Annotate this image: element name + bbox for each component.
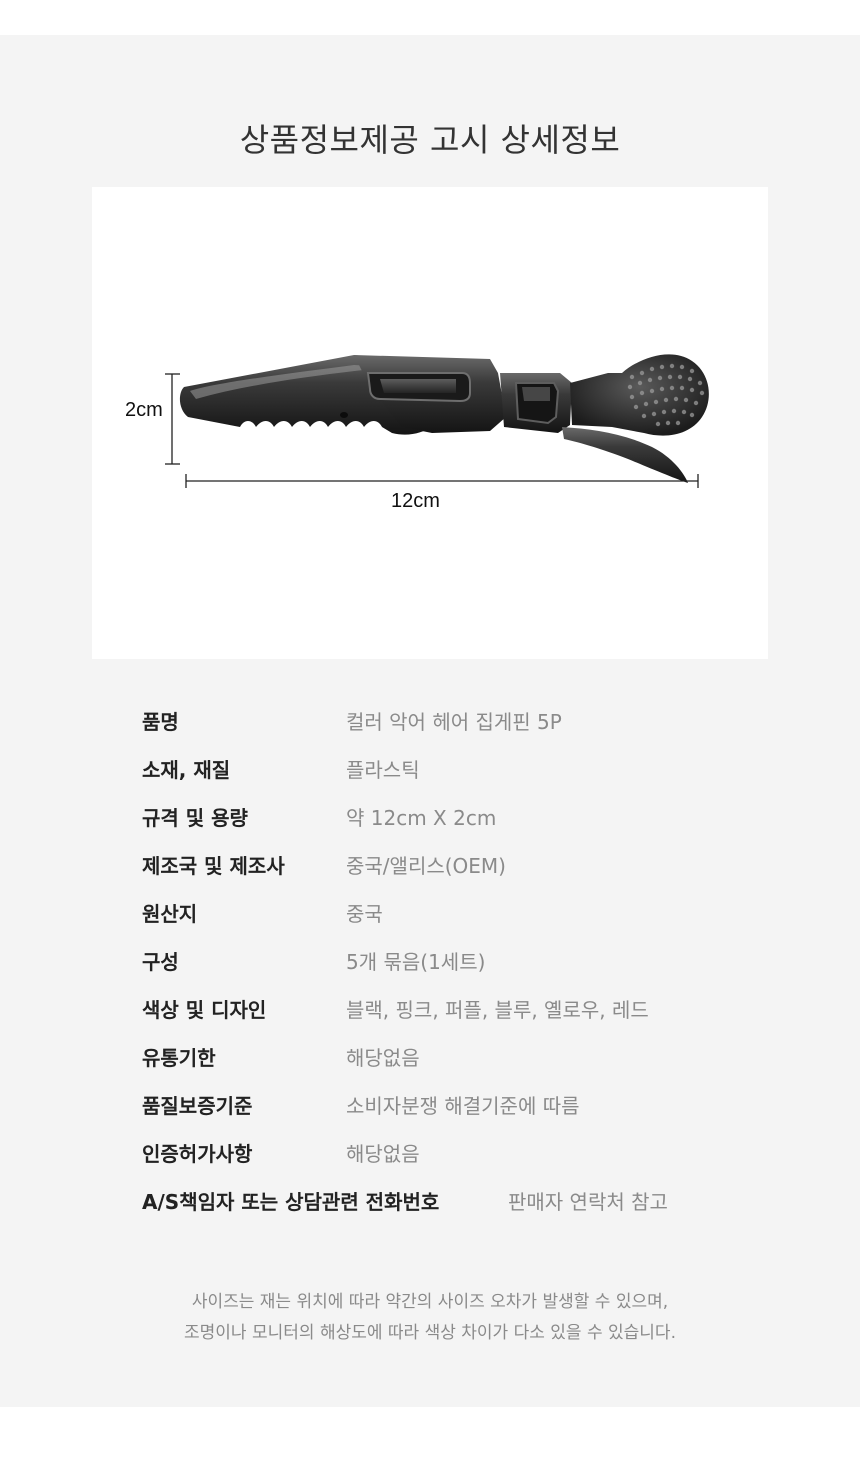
spec-key: 제조국 및 제조사 <box>142 854 285 878</box>
spec-key: 품질보증기준 <box>142 1094 253 1118</box>
spec-value: 중국 <box>346 902 383 926</box>
spec-value: 5개 묶음(1세트) <box>346 950 486 974</box>
width-dimension-line <box>185 474 699 488</box>
spec-key: 원산지 <box>142 902 198 926</box>
spec-key: 색상 및 디자인 <box>142 998 267 1022</box>
spec-key: A/S책임자 또는 상담관련 전화번호 <box>142 1190 440 1214</box>
height-dimension-line <box>165 373 180 465</box>
product-dimension-figure: 2cm 12cm <box>92 187 768 659</box>
spec-value: 블랙, 핑크, 퍼플, 블루, 옐로우, 레드 <box>346 998 649 1022</box>
height-label: 2cm <box>125 399 163 421</box>
spec-key: 규격 및 용량 <box>142 806 248 830</box>
spec-value: 해당없음 <box>346 1142 420 1166</box>
product-info-panel: 상품정보제공 고시 상세정보 2cm 12cm 품명 컬러 악어 헤어 집게핀 … <box>0 35 860 1407</box>
spec-key: 품명 <box>142 710 179 734</box>
page-title: 상품정보제공 고시 상세정보 <box>239 121 621 159</box>
spec-key: 소재, 재질 <box>142 758 231 782</box>
disclaimer-line-2: 조명이나 모니터의 해상도에 따라 색상 차이가 다소 있을 수 있습니다. <box>184 1323 676 1343</box>
spec-key: 인증허가사항 <box>142 1142 253 1166</box>
spec-value: 컬러 악어 헤어 집게핀 5P <box>346 710 562 734</box>
width-label: 12cm <box>391 490 440 512</box>
spec-key: 구성 <box>142 950 179 974</box>
clip-thumb-pad <box>570 354 709 436</box>
spec-key: 유통기한 <box>142 1046 216 1070</box>
disclaimer-note: 사이즈는 재는 위치에 따라 약간의 사이즈 오차가 발생할 수 있으며, 조명… <box>0 1287 860 1349</box>
disclaimer-line-1: 사이즈는 재는 위치에 따라 약간의 사이즈 오차가 발생할 수 있으며, <box>191 1292 669 1312</box>
spec-value: 소비자분쟁 해결기준에 따름 <box>346 1094 580 1118</box>
spec-value: 플라스틱 <box>346 758 420 782</box>
spec-value: 중국/앨리스(OEM) <box>346 854 506 878</box>
spec-value: 판매자 연락처 참고 <box>508 1190 668 1214</box>
spec-value: 해당없음 <box>346 1046 420 1070</box>
spec-value: 약 12cm X 2cm <box>346 806 497 830</box>
hair-clip-illustration <box>165 354 709 488</box>
